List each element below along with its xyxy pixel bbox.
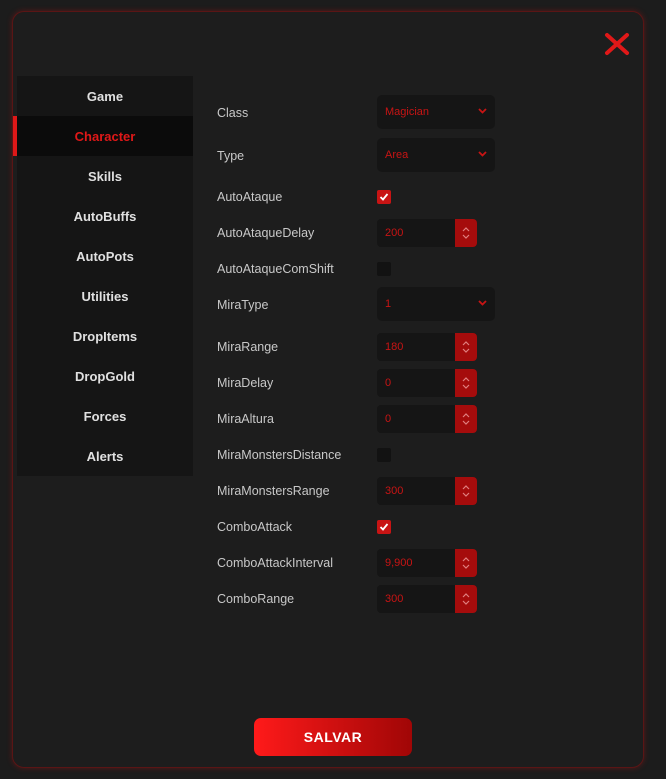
comborange-input[interactable]: 300 [377,585,477,613]
setting-row-type: Type Area [217,138,517,172]
setting-row-comborange: ComboRange 300 [217,585,517,613]
checkmark-icon [379,193,389,201]
sidebar-item-label: Utilities [81,288,129,304]
type-select[interactable]: Area [377,138,495,172]
number-stepper[interactable] [455,549,477,577]
setting-label: MiraType [217,298,269,312]
input-value: 0 [385,377,392,389]
setting-label: Class [217,106,249,120]
setting-label: Type [217,149,245,163]
miratype-select[interactable]: 1 [377,287,495,321]
setting-label: ComboRange [217,592,295,606]
number-stepper[interactable] [455,585,477,613]
sidebar-item-dropitems[interactable]: DropItems [17,316,193,356]
sidebar-item-skills[interactable]: Skills [17,156,193,196]
chevron-down-icon [478,151,487,157]
comboattack-checkbox[interactable] [377,520,391,534]
sidebar-item-label: DropItems [72,328,138,344]
sidebar-item-alerts[interactable]: Alerts [17,436,193,476]
input-value: 9,900 [385,557,413,569]
miramonstersrange-input[interactable]: 300 [377,477,477,505]
sidebar-item-autobuffs[interactable]: AutoBuffs [17,196,193,236]
input-value: 0 [385,413,392,425]
select-value: Magician [385,106,430,118]
setting-label: MiraRange [217,340,279,354]
setting-label: MiraAltura [217,412,274,426]
autoataque-checkbox[interactable] [377,190,391,204]
input-value: 300 [385,593,404,605]
select-value: 1 [385,298,392,310]
autoataquecomshift-checkbox[interactable] [377,262,391,276]
setting-row-comboattackinterval: ComboAttackInterval 9,900 [217,549,517,577]
sidebar-item-label: DropGold [75,368,135,384]
sidebar-item-label: Alerts [86,448,124,464]
setting-label: MiraMonstersRange [217,484,330,498]
checkmark-icon [379,523,389,531]
setting-label: ComboAttackInterval [217,556,334,570]
chevron-down-icon [478,108,487,114]
comboattackinterval-input[interactable]: 9,900 [377,549,477,577]
input-value: 180 [385,341,404,353]
sidebar-item-label: AutoPots [76,248,134,264]
setting-label: MiraDelay [217,376,274,390]
sidebar-item-dropgold[interactable]: DropGold [17,356,193,396]
setting-row-class: Class Magician [217,95,517,129]
setting-row-miratype: MiraType 1 [217,287,517,321]
select-value: Area [385,149,409,161]
stepper-arrows-icon [462,593,470,605]
setting-label: AutoAtaque [217,190,283,204]
setting-row-miramonstersrange: MiraMonstersRange 300 [217,477,517,505]
autoataquedelay-input[interactable]: 200 [377,219,477,247]
sidebar-item-forces[interactable]: Forces [17,396,193,436]
setting-row-comboattack: ComboAttack [217,515,517,539]
sidebar-item-label: Forces [83,408,127,424]
setting-row-autoataquecomshift: AutoAtaqueComShift [217,257,517,281]
setting-row-autoataquedelay: AutoAtaqueDelay 200 [217,219,517,247]
number-stepper[interactable] [455,477,477,505]
close-button[interactable] [604,32,630,56]
setting-row-miramonstersdistance: MiraMonstersDistance [217,443,517,467]
chevron-down-icon [478,300,487,306]
miramonstersdistance-checkbox[interactable] [377,448,391,462]
setting-row-mirarange: MiraRange 180 [217,333,517,361]
settings-window: Game Character Skills AutoBuffs AutoPots… [12,11,644,768]
miradelay-input[interactable]: 0 [377,369,477,397]
class-select[interactable]: Magician [377,95,495,129]
sidebar-item-label: AutoBuffs [73,208,137,224]
input-value: 200 [385,227,404,239]
sidebar-item-label: Game [86,88,124,104]
sidebar: Game Character Skills AutoBuffs AutoPots… [13,76,193,476]
stepper-arrows-icon [462,485,470,497]
setting-row-miradelay: MiraDelay 0 [217,369,517,397]
stepper-arrows-icon [462,227,470,239]
setting-label: ComboAttack [217,520,293,534]
mirarange-input[interactable]: 180 [377,333,477,361]
setting-label: MiraMonstersDistance [217,448,342,462]
setting-label: AutoAtaqueDelay [217,226,315,240]
stepper-arrows-icon [462,377,470,389]
miraaltura-input[interactable]: 0 [377,405,477,433]
sidebar-item-label: Skills [88,168,122,184]
save-button[interactable]: SALVAR [254,718,412,756]
close-icon [605,33,629,55]
stepper-arrows-icon [462,557,470,569]
number-stepper[interactable] [455,219,477,247]
setting-row-miraaltura: MiraAltura 0 [217,405,517,433]
sidebar-item-game[interactable]: Game [17,76,193,116]
number-stepper[interactable] [455,405,477,433]
stepper-arrows-icon [462,413,470,425]
input-value: 300 [385,485,404,497]
setting-label: AutoAtaqueComShift [217,262,334,276]
number-stepper[interactable] [455,369,477,397]
sidebar-item-utilities[interactable]: Utilities [17,276,193,316]
number-stepper[interactable] [455,333,477,361]
sidebar-item-label: Character [74,128,136,144]
sidebar-item-character[interactable]: Character [13,116,193,156]
sidebar-item-autopots[interactable]: AutoPots [17,236,193,276]
setting-row-autoataque: AutoAtaque [217,185,517,209]
stepper-arrows-icon [462,341,470,353]
